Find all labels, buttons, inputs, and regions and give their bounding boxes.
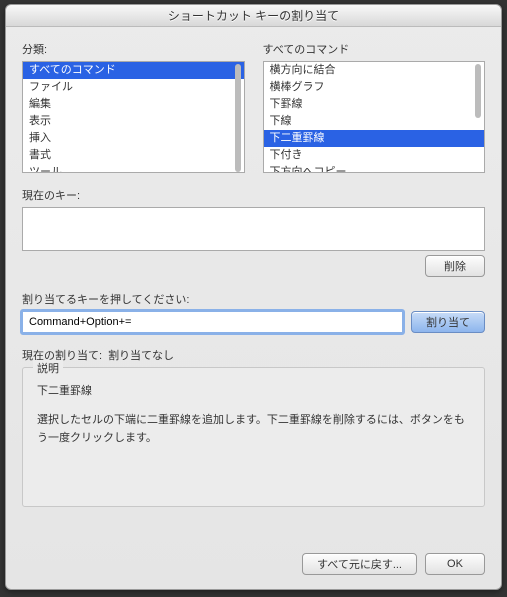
list-item[interactable]: 下付き [264, 147, 485, 164]
ok-button[interactable]: OK [425, 553, 485, 575]
list-item[interactable]: 編集 [23, 96, 244, 113]
list-item[interactable]: 下線 [264, 113, 485, 130]
dialog-footer: すべて元に戻す... OK [22, 535, 485, 575]
description-command: 下二重罫線 [37, 382, 470, 398]
list-item[interactable]: 挿入 [23, 130, 244, 147]
delete-button[interactable]: 削除 [425, 255, 485, 277]
list-item[interactable]: 下方向へコピー [264, 164, 485, 173]
assign-section: 割り当てるキーを押してください: 割り当て [22, 291, 485, 333]
dialog-window: ショートカット キーの割り当て 分類: すべてのコマンド ファイル 編集 表示 … [5, 4, 502, 590]
list-item[interactable]: 下罫線 [264, 96, 485, 113]
titlebar: ショートカット キーの割り当て [6, 5, 501, 27]
window-title: ショートカット キーの割り当て [168, 7, 339, 24]
assign-label: 割り当てるキーを押してください: [22, 291, 485, 307]
current-key-label: 現在のキー: [22, 187, 485, 203]
categories-listbox[interactable]: すべてのコマンド ファイル 編集 表示 挿入 書式 ツール [22, 61, 245, 173]
shortcut-input[interactable] [22, 311, 403, 333]
current-assignment-value: 割り当てなし [108, 347, 174, 363]
list-item[interactable]: 横方向に結合 [264, 62, 485, 79]
current-key-listbox[interactable] [22, 207, 485, 251]
current-assignment-row: 現在の割り当て: 割り当てなし [22, 347, 485, 363]
current-key-section: 現在のキー: 削除 [22, 187, 485, 277]
commands-listbox[interactable]: 横方向に結合 横棒グラフ 下罫線 下線 下二重罫線 下付き 下方向へコピー [263, 61, 486, 173]
description-label: 説明 [33, 360, 63, 376]
dialog-content: 分類: すべてのコマンド ファイル 編集 表示 挿入 書式 ツール すべてのコマ… [6, 27, 501, 589]
reset-all-button[interactable]: すべて元に戻す... [302, 553, 417, 575]
list-item[interactable]: 表示 [23, 113, 244, 130]
assign-button[interactable]: 割り当て [411, 311, 485, 333]
list-item[interactable]: 下二重罫線 [264, 130, 485, 147]
scrollbar[interactable] [232, 62, 244, 172]
commands-column: すべてのコマンド 横方向に結合 横棒グラフ 下罫線 下線 下二重罫線 下付き 下… [263, 41, 486, 173]
list-item[interactable]: 横棒グラフ [264, 79, 485, 96]
description-text: 選択したセルの下端に二重罫線を追加します。下二重罫線を削除するには、ボタンをもう… [37, 412, 470, 447]
scrollbar[interactable] [472, 62, 484, 172]
list-item[interactable]: ツール [23, 164, 244, 173]
description-box: 説明 下二重罫線 選択したセルの下端に二重罫線を追加します。下二重罫線を削除する… [22, 367, 485, 507]
list-item[interactable]: 書式 [23, 147, 244, 164]
categories-label: 分類: [22, 41, 245, 57]
top-row: 分類: すべてのコマンド ファイル 編集 表示 挿入 書式 ツール すべてのコマ… [22, 41, 485, 173]
categories-column: 分類: すべてのコマンド ファイル 編集 表示 挿入 書式 ツール [22, 41, 245, 173]
commands-label: すべてのコマンド [263, 41, 486, 57]
list-item[interactable]: ファイル [23, 79, 244, 96]
list-item[interactable]: すべてのコマンド [23, 62, 244, 79]
